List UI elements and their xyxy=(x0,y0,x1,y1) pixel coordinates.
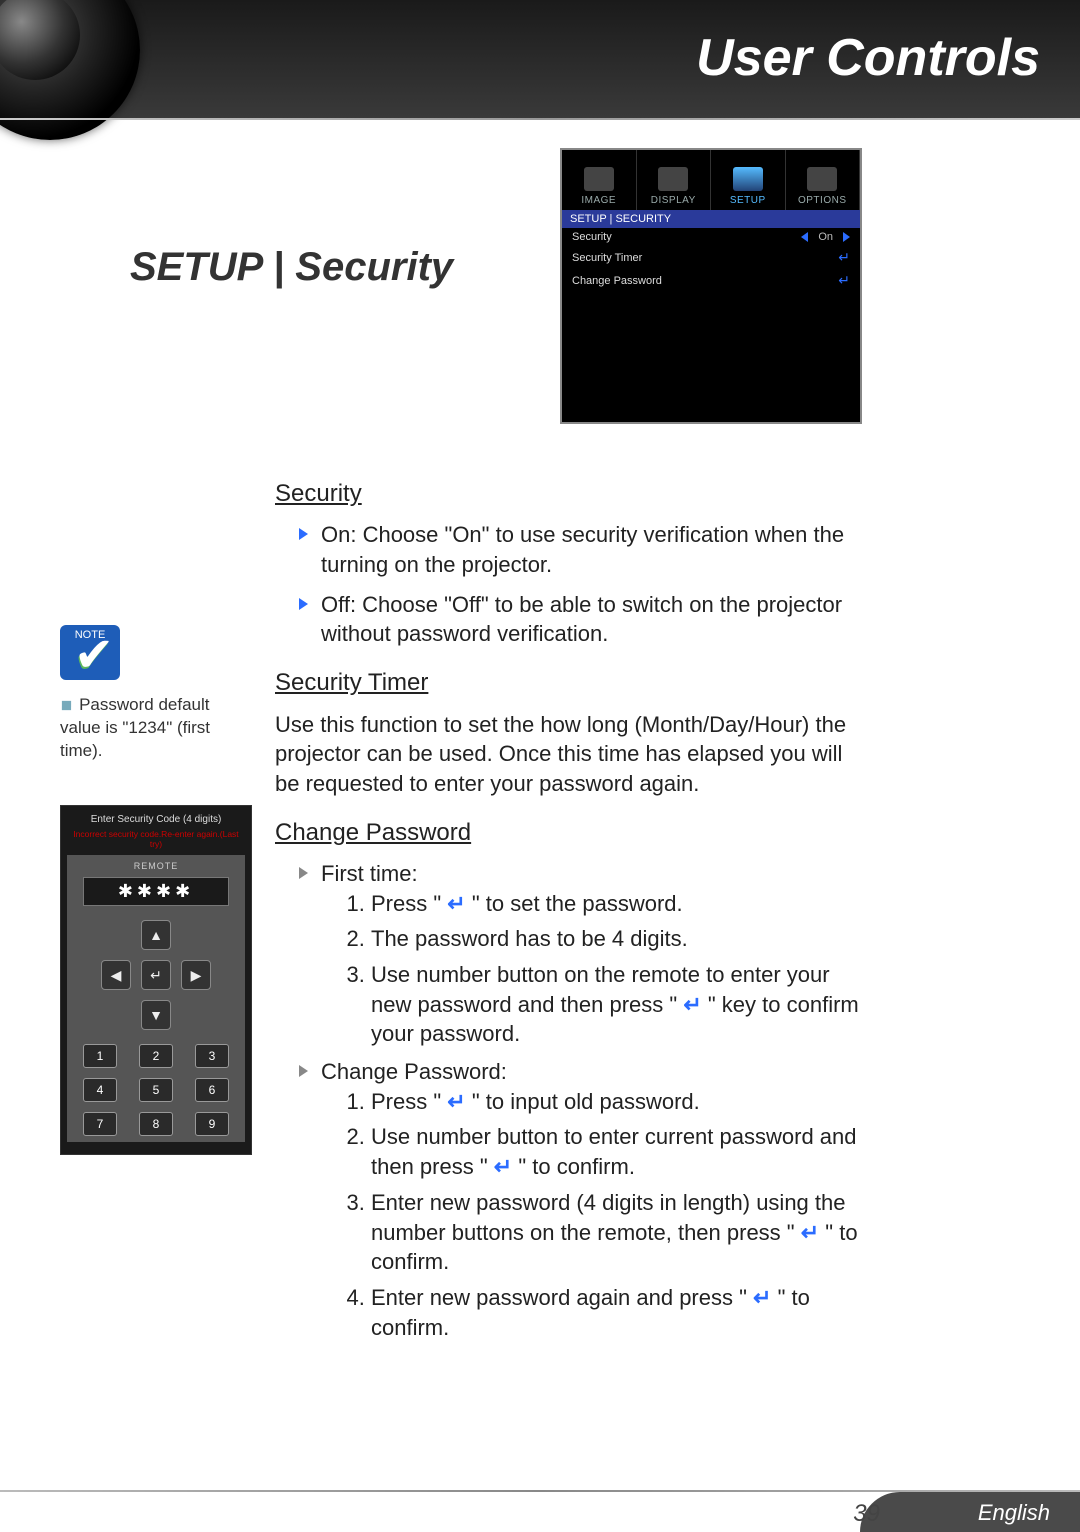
tab-label: SETUP xyxy=(730,195,766,206)
osd-row-label: Security Timer xyxy=(572,252,642,264)
tab-icon xyxy=(807,167,837,191)
security-timer-body: Use this function to set the how long (M… xyxy=(275,710,865,799)
remote-inner: REMOTE ✱✱✱✱ ▲ ◀ ↵ ▶ ▼ 1 2 3 4 5 6 7 8 9 xyxy=(67,855,245,1142)
tab-label: IMAGE xyxy=(581,195,616,206)
tab-label: OPTIONS xyxy=(798,195,847,206)
enter-icon: ↵ xyxy=(753,1285,771,1310)
step: Use number button to enter current passw… xyxy=(371,1122,865,1181)
osd-tab-options: OPTIONS xyxy=(786,150,861,210)
first-time-label: First time: xyxy=(321,861,418,886)
dpad-right-icon: ▶ xyxy=(181,960,211,990)
numpad-key: 8 xyxy=(139,1112,173,1136)
list-item: Off: Choose "Off" to be able to switch o… xyxy=(299,590,865,649)
step: Press " ↵ " to set the password. xyxy=(371,889,865,919)
section-title-security: Security xyxy=(253,478,865,510)
left-arrow-icon xyxy=(801,232,808,242)
step: Enter new password again and press " ↵ "… xyxy=(371,1283,865,1342)
tab-icon xyxy=(658,167,688,191)
enter-icon: ↵ xyxy=(447,1089,465,1114)
osd-row-security-timer: Security Timer ↵ xyxy=(562,246,860,269)
numpad: 1 2 3 4 5 6 7 8 9 xyxy=(73,1044,239,1136)
osd-tabs: IMAGE DISPLAY SETUP OPTIONS xyxy=(562,150,860,210)
numpad-key: 9 xyxy=(195,1112,229,1136)
header-underline xyxy=(0,118,1080,120)
note-text: ◆Password default value is "1234" (first… xyxy=(60,694,240,763)
change-steps: Press " ↵ " to input old password. Use n… xyxy=(321,1087,865,1343)
numpad-key: 2 xyxy=(139,1044,173,1068)
step: The password has to be 4 digits. xyxy=(371,924,865,954)
page-number: 39 xyxy=(853,1500,880,1528)
osd-spacer xyxy=(562,292,860,422)
numpad-key: 1 xyxy=(83,1044,117,1068)
enter-icon: ↵ xyxy=(838,272,850,289)
numpad-key: 5 xyxy=(139,1078,173,1102)
dpad-left-icon: ◀ xyxy=(101,960,131,990)
note-box: NOTE ◆Password default value is "1234" (… xyxy=(60,625,240,763)
header-title: User Controls xyxy=(696,28,1040,88)
numpad-key: 7 xyxy=(83,1112,117,1136)
osd-row-label: Security xyxy=(572,231,612,243)
dpad-up-icon: ▲ xyxy=(141,920,171,950)
note-badge: NOTE xyxy=(60,625,120,680)
remote-screenshot: Enter Security Code (4 digits) Incorrect… xyxy=(60,805,252,1155)
tab-icon xyxy=(584,167,614,191)
tab-icon xyxy=(733,167,763,191)
osd-tab-image: IMAGE xyxy=(562,150,637,210)
tab-label: DISPLAY xyxy=(651,195,696,206)
remote-display: ✱✱✱✱ xyxy=(83,877,229,906)
section-title-security-timer: Security Timer xyxy=(253,667,865,699)
enter-icon: ↵ xyxy=(683,992,701,1017)
right-arrow-icon xyxy=(843,232,850,242)
change-password-label: Change Password: xyxy=(321,1059,507,1084)
enter-icon: ↵ xyxy=(838,249,850,266)
osd-row-change-password: Change Password ↵ xyxy=(562,269,860,292)
lens-inner xyxy=(0,0,80,80)
security-list: On: Choose "On" to use security verifica… xyxy=(275,520,865,649)
list-item: First time: Press " ↵ " to set the passw… xyxy=(299,859,865,1049)
enter-icon: ↵ xyxy=(494,1154,512,1179)
numpad-key: 4 xyxy=(83,1078,117,1102)
step: Enter new password (4 digits in length) … xyxy=(371,1188,865,1277)
diamond-bullet-icon: ◆ xyxy=(54,693,79,718)
dpad: ▲ ◀ ↵ ▶ ▼ xyxy=(73,920,239,1030)
enter-icon: ↵ xyxy=(801,1220,819,1245)
step: Press " ↵ " to input old password. xyxy=(371,1087,865,1117)
osd-tab-display: DISPLAY xyxy=(637,150,712,210)
page-title: SETUP | Security xyxy=(130,245,453,290)
remote-error: Incorrect security code.Re-enter again.(… xyxy=(67,827,245,855)
osd-row-value: On xyxy=(818,231,833,243)
main-content: Security On: Choose "On" to use security… xyxy=(275,460,865,1350)
section-title-change-password: Change Password xyxy=(253,817,865,849)
osd-screenshot: IMAGE DISPLAY SETUP OPTIONS SETUP | SECU… xyxy=(560,148,862,424)
remote-label: REMOTE xyxy=(73,861,239,875)
dpad-down-icon: ▼ xyxy=(141,1000,171,1030)
footer-language: English xyxy=(978,1500,1050,1526)
dpad-enter-icon: ↵ xyxy=(141,960,171,990)
osd-tab-setup: SETUP xyxy=(711,150,786,210)
checkmark-icon xyxy=(74,627,114,683)
list-item: On: Choose "On" to use security verifica… xyxy=(299,520,865,579)
numpad-key: 6 xyxy=(195,1078,229,1102)
footer: 39 English xyxy=(0,1490,1080,1532)
first-time-steps: Press " ↵ " to set the password. The pas… xyxy=(321,889,865,1049)
step: Use number button on the remote to enter… xyxy=(371,960,865,1049)
enter-icon: ↵ xyxy=(447,891,465,916)
remote-title: Enter Security Code (4 digits) xyxy=(67,812,245,827)
header-band: User Controls xyxy=(0,0,1080,120)
osd-breadcrumb: SETUP | SECURITY xyxy=(562,210,860,228)
change-password-list: First time: Press " ↵ " to set the passw… xyxy=(275,859,865,1342)
osd-row-security: Security On xyxy=(562,228,860,246)
osd-row-label: Change Password xyxy=(572,275,662,287)
list-item: Change Password: Press " ↵ " to input ol… xyxy=(299,1057,865,1342)
numpad-key: 3 xyxy=(195,1044,229,1068)
